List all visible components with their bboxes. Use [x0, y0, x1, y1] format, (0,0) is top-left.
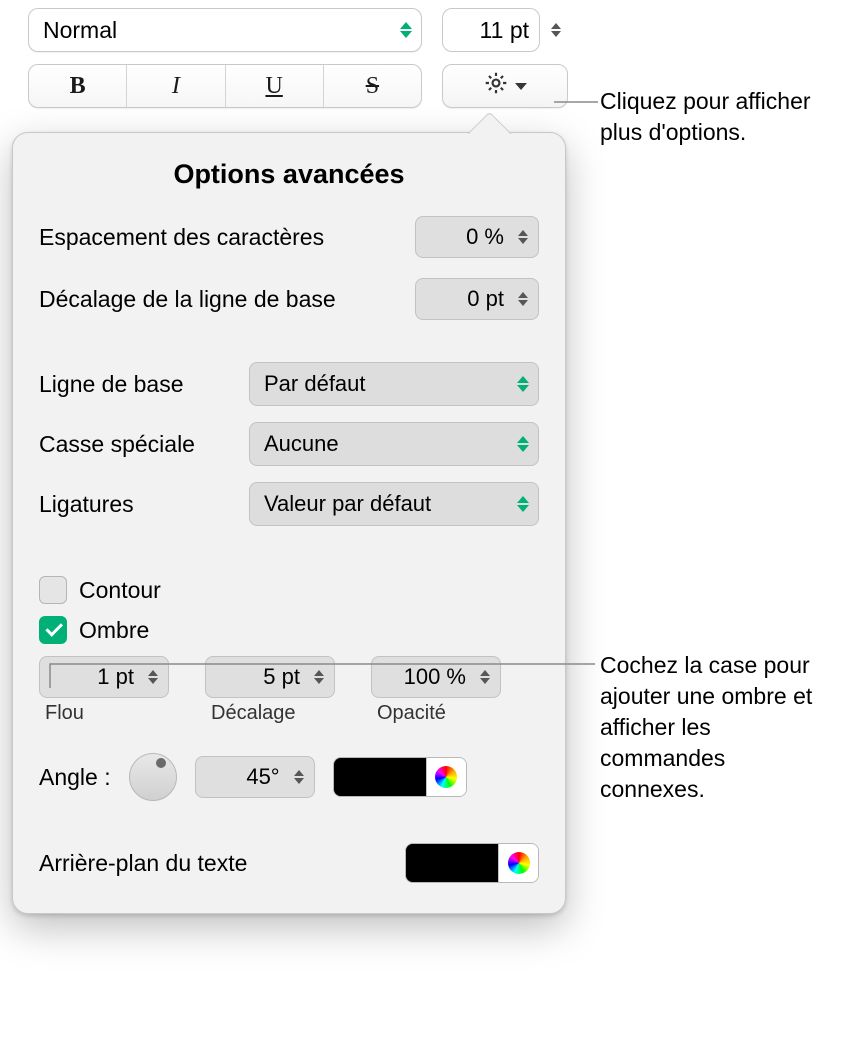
outline-label: Contour [79, 577, 161, 604]
shadow-checkbox[interactable] [39, 616, 67, 644]
shadow-offset-field[interactable]: 5 pt [205, 656, 335, 698]
stepper-icon [284, 770, 314, 784]
stepper-icon [138, 670, 168, 684]
font-size-field[interactable]: 11 pt [442, 8, 540, 52]
popup-arrows-icon [508, 436, 538, 452]
font-style-segmented: B I U S [28, 64, 422, 108]
ligatures-popup[interactable]: Valeur par défaut [249, 482, 539, 526]
capitalization-popup[interactable]: Aucune [249, 422, 539, 466]
stepper-icon [508, 230, 538, 244]
font-size-value: 11 pt [480, 17, 529, 44]
stepper-icon [508, 292, 538, 306]
shadow-label: Ombre [79, 617, 149, 644]
baseline-popup[interactable]: Par défaut [249, 362, 539, 406]
text-bg-label: Arrière-plan du texte [39, 850, 405, 877]
text-bg-color-well[interactable] [405, 843, 539, 883]
shadow-blur-field[interactable]: 1 pt [39, 656, 169, 698]
color-wheel-icon [435, 766, 457, 788]
underline-button[interactable]: U [226, 65, 324, 107]
gear-icon [483, 70, 509, 102]
stepper-icon [470, 670, 500, 684]
color-swatch [406, 844, 498, 882]
ligatures-label: Ligatures [39, 491, 249, 518]
callout-gear: Cliquez pour afficher plus d'options. [600, 86, 830, 148]
shadow-color-well[interactable] [333, 757, 467, 797]
color-picker-button[interactable] [498, 844, 538, 882]
italic-button[interactable]: I [127, 65, 225, 107]
baseline-label: Ligne de base [39, 371, 249, 398]
capitalization-label: Casse spéciale [39, 431, 249, 458]
shadow-opacity-label: Opacité [371, 702, 446, 725]
shadow-blur-label: Flou [39, 702, 84, 725]
angle-dial[interactable] [129, 753, 177, 801]
baseline-shift-label: Décalage de la ligne de base [39, 286, 415, 313]
stepper-icon [304, 670, 334, 684]
text-style-label: Normal [43, 17, 391, 44]
bold-button[interactable]: B [29, 65, 127, 107]
color-picker-button[interactable] [426, 758, 466, 796]
char-spacing-label: Espacement des caractères [39, 224, 415, 251]
char-spacing-field[interactable]: 0 % [415, 216, 539, 258]
popup-arrows-icon [391, 22, 421, 38]
callout-shadow: Cochez la case pour ajouter une ombre et… [600, 650, 830, 805]
advanced-options-popover: Options avancées Espacement des caractèr… [12, 132, 566, 914]
popup-arrows-icon [508, 376, 538, 392]
strikethrough-button[interactable]: S [324, 65, 421, 107]
shadow-offset-label: Décalage [205, 702, 296, 725]
chevron-down-icon [515, 83, 527, 90]
shadow-opacity-field[interactable]: 100 % [371, 656, 501, 698]
angle-field[interactable]: 45° [195, 756, 315, 798]
advanced-options-button[interactable] [442, 64, 568, 108]
outline-checkbox[interactable] [39, 576, 67, 604]
font-size-stepper[interactable] [544, 23, 568, 37]
baseline-shift-field[interactable]: 0 pt [415, 278, 539, 320]
angle-label: Angle : [39, 764, 111, 791]
popover-title: Options avancées [39, 159, 539, 190]
popup-arrows-icon [508, 496, 538, 512]
color-swatch [334, 758, 426, 796]
color-wheel-icon [508, 852, 530, 874]
text-style-popup[interactable]: Normal [28, 8, 422, 52]
